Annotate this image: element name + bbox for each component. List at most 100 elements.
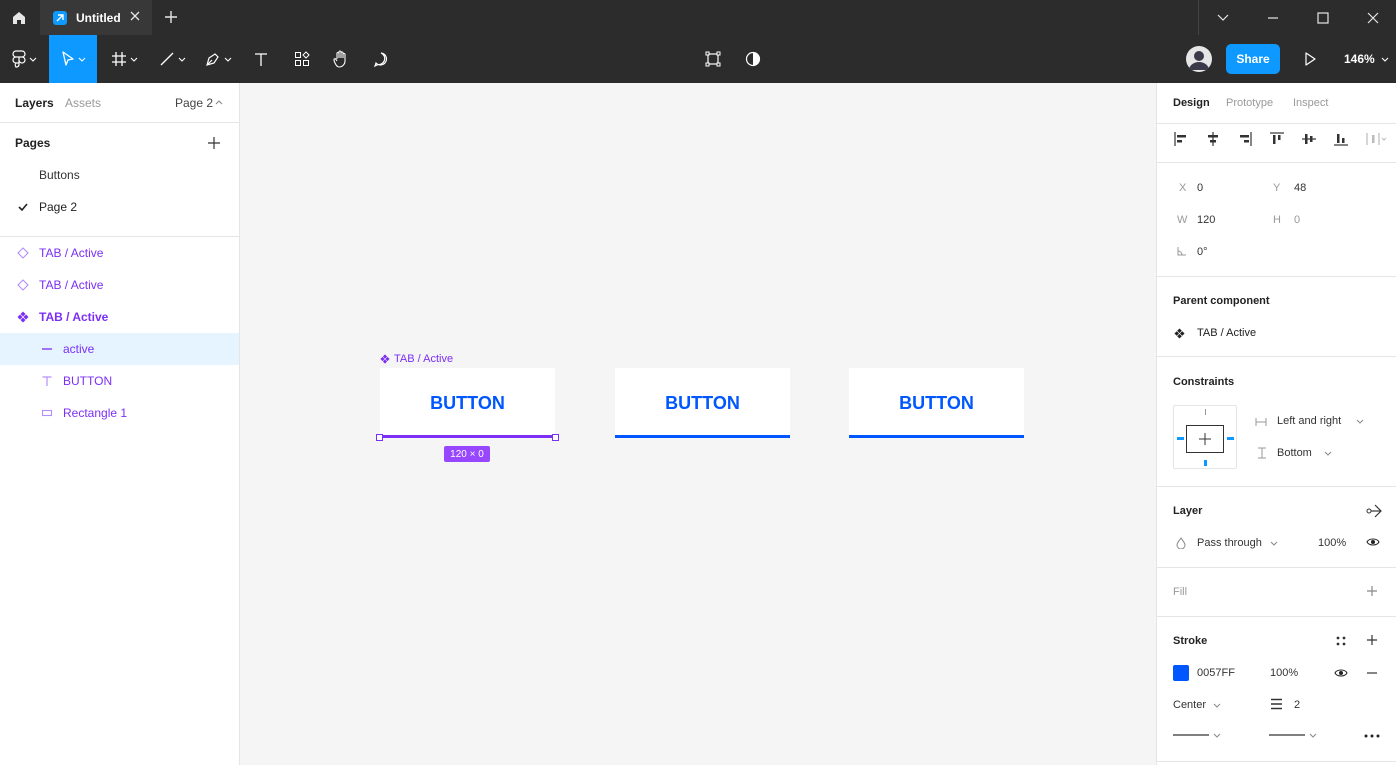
tab-inspect[interactable]: Inspect	[1293, 97, 1328, 109]
contrast-toggle-button[interactable]	[740, 35, 766, 83]
chevron-down-icon	[1381, 57, 1389, 62]
minus-icon[interactable]	[1366, 672, 1378, 674]
style-grid-icon[interactable]	[1335, 635, 1347, 647]
pen-tool-button[interactable]	[198, 35, 238, 83]
component-main-icon	[1174, 328, 1185, 339]
go-to-main-component-icon[interactable]	[1366, 503, 1382, 519]
resize-handle[interactable]	[376, 434, 383, 441]
align-bottom-icon[interactable]	[1333, 131, 1349, 147]
chevron-up-icon[interactable]	[215, 100, 223, 105]
constraint-bottom[interactable]	[1204, 460, 1207, 466]
constraint-left[interactable]	[1177, 437, 1184, 440]
stroke-end-cap-dropdown[interactable]	[1269, 732, 1319, 740]
rotation-input[interactable]: 0°	[1197, 246, 1208, 258]
constraint-top[interactable]	[1205, 409, 1206, 415]
layer-item[interactable]: Rectangle 1	[0, 397, 239, 429]
h-input[interactable]: 0	[1294, 214, 1300, 226]
plus-icon[interactable]	[1366, 585, 1378, 597]
selected-component-name: TAB / Active	[394, 353, 454, 365]
frame-tool-button[interactable]	[104, 35, 144, 83]
w-input[interactable]: 120	[1197, 214, 1215, 226]
panel-divider	[1157, 486, 1396, 487]
home-button[interactable]	[0, 0, 38, 35]
layer-item[interactable]: TAB / Active	[0, 301, 239, 333]
tab-button-component[interactable]: BUTTON	[380, 368, 555, 438]
text-tool-button[interactable]	[246, 35, 276, 83]
shape-tool-button[interactable]	[152, 35, 192, 83]
resources-tool-button[interactable]	[287, 35, 317, 83]
move-tool-button[interactable]	[49, 35, 97, 83]
distribute-icon[interactable]	[1365, 131, 1387, 147]
hand-tool-button[interactable]	[326, 35, 356, 83]
plus-icon[interactable]	[1366, 634, 1378, 646]
stroke-start-cap-dropdown[interactable]	[1173, 732, 1223, 740]
layer-item[interactable]: TAB / Active	[0, 237, 239, 269]
align-center-horizontal-icon[interactable]	[1205, 131, 1221, 147]
resize-handle[interactable]	[552, 434, 559, 441]
align-left-icon[interactable]	[1173, 131, 1189, 147]
stroke-hex-input[interactable]: 0057FF	[1197, 667, 1235, 679]
tab-assets[interactable]: Assets	[65, 96, 101, 110]
dimension-badge: 120 × 0	[444, 446, 490, 462]
close-window-button[interactable]	[1348, 0, 1396, 35]
x-input[interactable]: 0	[1197, 182, 1203, 194]
stroke-title: Stroke	[1173, 635, 1208, 647]
constraint-right[interactable]	[1227, 437, 1234, 440]
y-input[interactable]: 48	[1294, 182, 1306, 194]
chevron-down-icon	[1356, 419, 1364, 424]
file-tab[interactable]: Untitled	[40, 0, 152, 35]
zoom-dropdown[interactable]: 146%	[1344, 52, 1389, 66]
parent-component-link[interactable]: TAB / Active	[1197, 327, 1256, 339]
eye-icon[interactable]	[1334, 668, 1348, 678]
eye-icon[interactable]	[1366, 537, 1380, 547]
tab-button-component[interactable]: BUTTON	[615, 368, 790, 438]
maximize-button[interactable]	[1298, 0, 1348, 35]
text-icon	[42, 376, 52, 386]
layer-label: TAB / Active	[39, 246, 104, 260]
share-button[interactable]: Share	[1226, 44, 1280, 74]
page-item-page-2[interactable]: Page 2	[0, 191, 239, 223]
add-page-button[interactable]	[207, 136, 221, 150]
fill-title: Fill	[1173, 586, 1188, 598]
more-options-icon[interactable]	[1364, 734, 1380, 738]
component-toggle-button[interactable]	[700, 35, 726, 83]
tab-prototype[interactable]: Prototype	[1226, 97, 1273, 109]
button-label: BUTTON	[665, 392, 740, 413]
vertical-constraint-dropdown[interactable]: Bottom	[1277, 447, 1312, 459]
layer-label: TAB / Active	[39, 278, 104, 292]
present-button[interactable]	[1296, 35, 1324, 83]
align-center-vertical-icon[interactable]	[1301, 131, 1317, 147]
stroke-weight-input[interactable]: 2	[1294, 699, 1300, 711]
layer-item[interactable]: BUTTON	[0, 365, 239, 397]
align-right-icon[interactable]	[1237, 131, 1253, 147]
blend-mode-dropdown[interactable]: Pass through	[1197, 537, 1262, 549]
comment-tool-button[interactable]	[366, 35, 396, 83]
layer-item[interactable]: TAB / Active	[0, 269, 239, 301]
stroke-opacity-input[interactable]: 100%	[1270, 667, 1298, 679]
align-top-icon[interactable]	[1269, 131, 1285, 147]
stroke-position-dropdown[interactable]: Center	[1173, 699, 1206, 711]
main-menu-button[interactable]	[0, 35, 48, 83]
page-selector[interactable]: Page 2	[175, 96, 213, 110]
tab-layers[interactable]: Layers	[15, 96, 54, 110]
new-tab-button[interactable]	[162, 8, 180, 26]
stroke-color-swatch[interactable]	[1173, 665, 1189, 681]
tab-button-component[interactable]: BUTTON	[849, 368, 1024, 438]
constraints-widget[interactable]	[1173, 405, 1237, 469]
active-underline[interactable]	[615, 435, 790, 438]
minimize-button[interactable]	[1248, 0, 1298, 35]
active-underline[interactable]	[380, 435, 555, 438]
avatar[interactable]	[1186, 46, 1212, 72]
horizontal-constraint-dropdown[interactable]: Left and right	[1277, 415, 1341, 427]
comment-icon	[374, 52, 387, 67]
layer-label: TAB / Active	[39, 310, 109, 324]
page-item-buttons[interactable]: Buttons	[0, 159, 239, 191]
layer-item-selected[interactable]: active	[0, 333, 239, 365]
canvas[interactable]: TAB / Active BUTTON 120 × 0 BUTTON BUTTO…	[240, 83, 1156, 765]
close-tab-button[interactable]	[129, 10, 141, 22]
tab-design[interactable]: Design	[1173, 97, 1210, 109]
window-menu-button[interactable]	[1198, 0, 1248, 35]
layer-opacity-input[interactable]: 100%	[1318, 537, 1346, 549]
active-underline[interactable]	[849, 435, 1024, 438]
selected-component-label[interactable]: TAB / Active	[380, 353, 453, 365]
